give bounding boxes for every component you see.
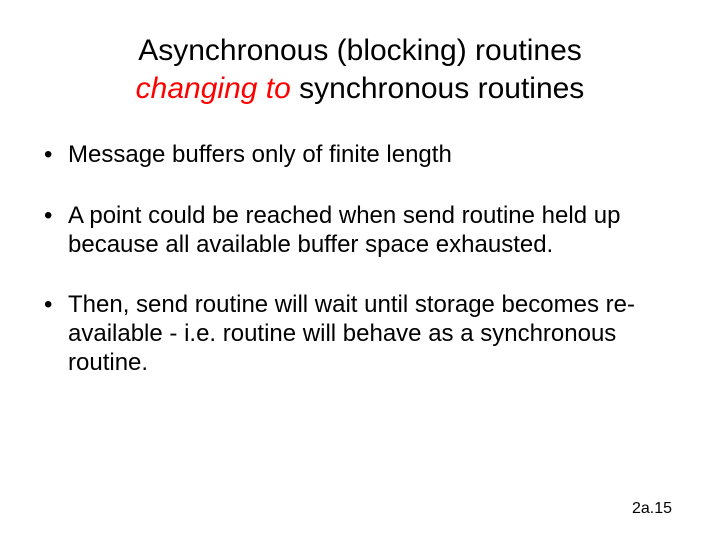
slide: Asynchronous (blocking) routines changin… <box>0 0 720 540</box>
title-emphasis: changing to <box>136 72 291 105</box>
title-line-1: Asynchronous (blocking) routines <box>40 32 680 70</box>
title-line-2: changing to synchronous routines <box>40 70 680 108</box>
bullet-list: Message buffers only of finite length A … <box>40 141 680 378</box>
slide-title: Asynchronous (blocking) routines changin… <box>40 32 680 107</box>
list-item: Message buffers only of finite length <box>40 141 680 170</box>
list-item: Then, send routine will wait until stora… <box>40 291 680 377</box>
slide-number: 2a.15 <box>632 500 672 518</box>
title-rest: synchronous routines <box>291 72 585 105</box>
list-item: A point could be reached when send routi… <box>40 202 680 260</box>
